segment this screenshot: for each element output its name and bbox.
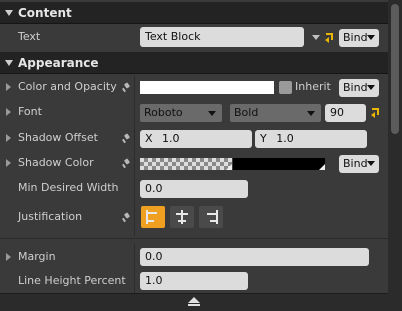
expand-triangle-icon[interactable] — [6, 83, 11, 91]
x-value: 1.0 — [162, 132, 180, 145]
property-row-shadow-offset: Shadow Offset X 1.0 Y 1.0 — [0, 126, 388, 151]
align-right-button[interactable] — [199, 206, 223, 228]
collapse-arrow-icon[interactable] — [5, 59, 13, 66]
expand-triangle-icon[interactable] — [6, 134, 11, 142]
details-panel: Content Text Text Block Bind Appearance … — [0, 0, 388, 311]
expand-triangle-icon[interactable] — [6, 159, 11, 167]
chevron-down-icon — [307, 111, 315, 116]
section-title-appearance: Appearance — [18, 55, 99, 70]
font-size-input[interactable]: 90 — [325, 104, 366, 122]
property-label-min-desired-width: Min Desired Width — [18, 181, 119, 194]
property-row-text: Text Text Block Bind — [0, 24, 388, 50]
property-row-color-opacity: Color and Opacity Inherit Bind — [0, 75, 388, 100]
shadow-offset-x-input[interactable]: X 1.0 — [140, 130, 252, 148]
reset-arrow-icon[interactable] — [371, 107, 381, 118]
scroll-up-icon-base — [188, 304, 200, 306]
property-label-shadow-offset: Shadow Offset — [18, 131, 98, 144]
chevron-down-icon — [367, 161, 375, 166]
bind-label: Bind — [343, 31, 368, 44]
pin-icon[interactable] — [122, 83, 131, 92]
align-left-button[interactable] — [141, 206, 165, 228]
font-family-value: Roboto — [144, 106, 183, 119]
pin-icon[interactable] — [122, 134, 131, 143]
corner-marker — [226, 164, 232, 170]
section-header-appearance[interactable]: Appearance — [0, 52, 388, 74]
bind-label: Bind — [343, 81, 368, 94]
font-style-value: Bold — [234, 106, 259, 119]
pin-icon[interactable] — [122, 159, 131, 168]
bind-button-shadow-color[interactable]: Bind — [339, 155, 379, 173]
property-row-font: Font Roboto Bold 90 — [0, 100, 388, 125]
scroll-up-icon[interactable] — [188, 297, 200, 303]
collapse-arrow-icon[interactable] — [5, 9, 13, 16]
property-label-color-opacity: Color and Opacity — [18, 80, 117, 93]
property-label-line-height: Line Height Percent — [18, 274, 126, 287]
chevron-down-icon — [367, 85, 375, 90]
scrollbar-thumb[interactable] — [391, 4, 399, 134]
y-prefix: Y — [260, 132, 267, 145]
property-row-line-height: Line Height Percent 1.0 — [0, 269, 388, 294]
property-row-shadow-color: Shadow Color Bind — [0, 151, 388, 176]
dropdown-caret-icon[interactable] — [312, 35, 320, 40]
min-desired-width-input[interactable]: 0.0 — [140, 180, 248, 198]
vertical-scrollbar[interactable] — [388, 0, 402, 311]
property-label-justification: Justification — [18, 210, 83, 223]
line-height-input[interactable]: 1.0 — [140, 272, 248, 290]
property-row-min-desired-width: Min Desired Width 0.0 — [0, 176, 388, 201]
bind-button-text[interactable]: Bind — [339, 29, 379, 47]
property-label-shadow-color: Shadow Color — [18, 156, 94, 169]
corner-marker — [319, 164, 325, 170]
shadow-color-alpha-swatch[interactable] — [140, 158, 232, 170]
property-row-margin: Margin 0.0 — [0, 245, 388, 270]
expand-triangle-icon[interactable] — [6, 108, 11, 116]
margin-input[interactable]: 0.0 — [140, 248, 369, 266]
property-label-text: Text — [18, 30, 41, 43]
shadow-offset-y-input[interactable]: Y 1.0 — [255, 130, 367, 148]
y-value: 1.0 — [276, 132, 294, 145]
property-label-font: Font — [18, 105, 42, 118]
inherit-checkbox[interactable] — [279, 81, 292, 94]
align-center-button[interactable] — [170, 206, 194, 228]
expand-triangle-icon[interactable] — [6, 253, 11, 261]
chevron-down-icon — [367, 35, 375, 40]
bind-button-color[interactable]: Bind — [339, 79, 379, 97]
shadow-color-swatch[interactable] — [233, 158, 325, 170]
row-separator — [0, 238, 388, 239]
section-header-content[interactable]: Content — [0, 2, 388, 24]
property-label-margin: Margin — [18, 250, 56, 263]
pin-icon[interactable] — [122, 213, 131, 222]
chevron-down-icon — [208, 111, 216, 116]
x-prefix: X — [145, 132, 153, 145]
bind-label: Bind — [343, 157, 368, 170]
property-row-justification: Justification — [0, 203, 388, 231]
text-value-input[interactable]: Text Block — [140, 27, 304, 47]
font-family-select[interactable]: Roboto — [140, 104, 222, 122]
reset-arrow-icon[interactable] — [325, 32, 335, 43]
inherit-label: Inherit — [295, 80, 331, 93]
color-swatch[interactable] — [140, 81, 274, 94]
font-style-select[interactable]: Bold — [230, 104, 321, 122]
section-title-content: Content — [18, 5, 72, 20]
